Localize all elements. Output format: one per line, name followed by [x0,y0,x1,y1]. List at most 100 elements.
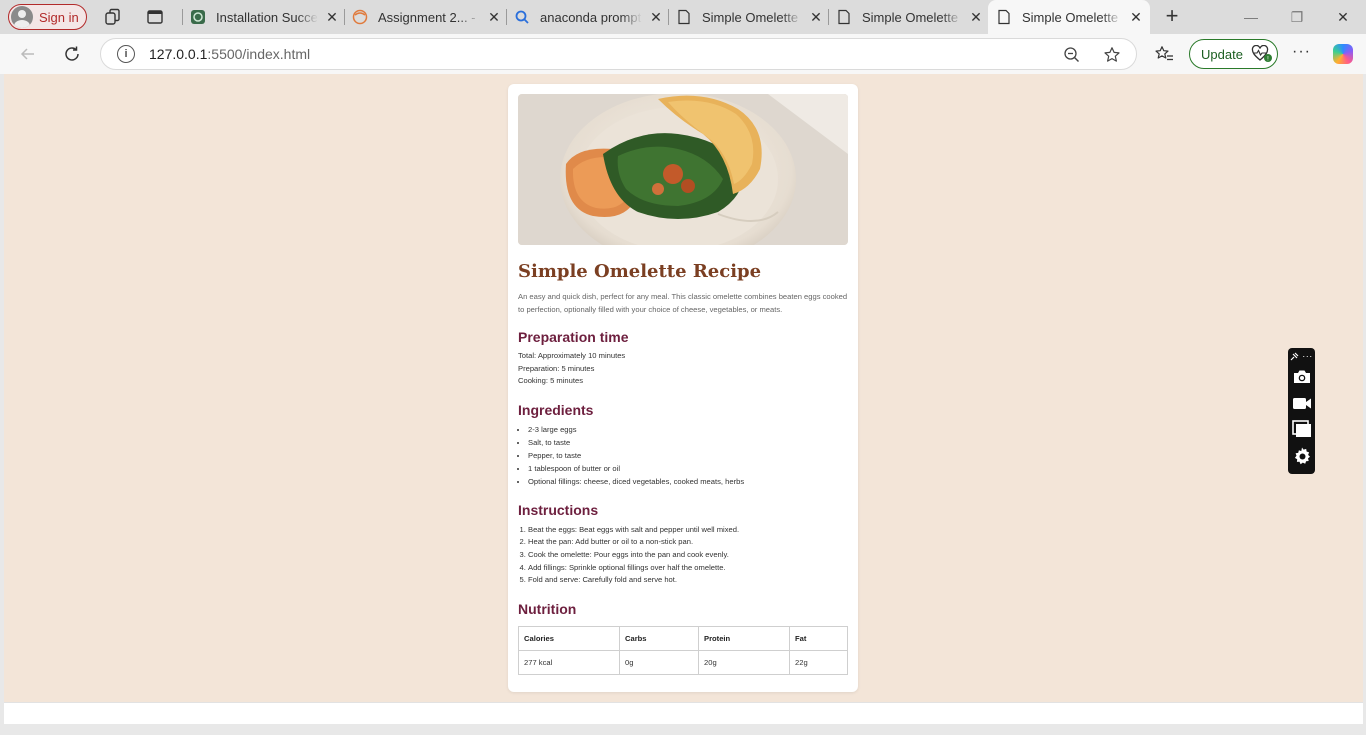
update-label: Update [1201,46,1243,62]
record-video-button[interactable] [1288,392,1315,414]
pin-icon[interactable] [1290,352,1299,361]
list-item: Fold and serve: Carefully fold and serve… [528,574,848,587]
jupyter-favicon-icon [352,9,368,25]
table-cell: 20g [698,649,790,675]
recipe-card: Simple Omelette Recipe An easy and quick… [508,84,858,692]
list-item: 2-3 large eggs [528,423,848,436]
jupyter-favicon-icon [191,10,205,24]
copilot-icon[interactable] [1333,44,1353,64]
video-camera-icon [1292,398,1311,409]
close-window-button[interactable]: ✕ [1320,0,1366,34]
address-bar[interactable]: i 127.0.0.1:5500/index.html [100,38,1137,70]
page-favicon-icon [998,9,1010,25]
more-menu-icon[interactable]: ··· [1292,43,1311,61]
profile-avatar-icon [11,6,33,28]
tab-omelette-active[interactable]: Simple Omelette Re ✕ [988,0,1150,34]
tab-title: Simple Omelette Re [1022,9,1122,25]
maximize-button[interactable]: ❐ [1274,0,1320,34]
instructions-heading: Instructions [518,501,599,518]
table-header: Carbs [619,625,699,651]
sign-in-button[interactable]: Sign in [8,4,87,30]
omelette-image [518,94,848,245]
workspaces-icon[interactable] [104,8,122,26]
browser-toolbar: i 127.0.0.1:5500/index.html Update ! ··· [0,34,1366,74]
close-tab-icon[interactable]: ✕ [808,9,824,26]
instructions-list: Beat the eggs: Beat eggs with salt and p… [518,524,848,587]
ingredients-heading: Ingredients [518,401,594,418]
tab-anaconda[interactable]: anaconda prompt ✕ [506,0,668,34]
recipe-title: Simple Omelette Recipe [518,261,762,282]
minimize-button[interactable]: — [1228,0,1274,34]
url-path: :5500/index.html [207,46,311,62]
table-cell: 0g [619,649,699,675]
tab-assignment[interactable]: Assignment 2... - Ju ✕ [344,0,506,34]
prep-times: Total: Approximately 10 minutes Preparat… [518,350,848,388]
sign-in-label: Sign in [39,9,79,25]
list-item: Salt, to taste [528,436,848,449]
camera-icon [1293,370,1310,383]
heart-pulse-icon: ! [1251,45,1272,62]
page-favicon-icon [678,9,690,25]
list-item: Pepper, to taste [528,449,848,462]
list-item: Optional fillings: cheese, diced vegetab… [528,475,848,488]
tab-omelette-1[interactable]: Simple Omelette Re ✕ [668,0,828,34]
list-item: Beat the eggs: Beat eggs with salt and p… [528,524,848,537]
table-header-row: Calories Carbs Protein Fat [518,625,848,651]
capture-more-icon[interactable]: ··· [1302,351,1313,361]
capture-toolbar: ··· [1288,348,1315,474]
search-favicon-icon [515,10,529,24]
list-item: Add fillings: Sprinkle optional fillings… [528,562,848,575]
tab-title: anaconda prompt [540,9,642,25]
list-item: Cook the omelette: Pour eggs into the pa… [528,549,848,562]
site-info-icon[interactable]: i [117,45,135,63]
table-cell: 22g [789,649,848,675]
page-bottom-strip [4,702,1363,724]
tab-title: Simple Omelette Re [862,9,962,25]
tab-title: Simple Omelette Re [702,9,802,25]
capture-settings-button[interactable] [1288,445,1315,467]
list-item: 1 tablespoon of butter or oil [528,462,848,475]
update-button[interactable]: Update ! [1189,39,1278,69]
tab-title: Assignment 2... - Ju [378,9,480,25]
window-capture-button[interactable] [1288,418,1315,440]
windows-stack-icon [1291,420,1311,437]
table-header: Calories [518,625,620,651]
recipe-intro: An easy and quick dish, perfect for any … [518,292,848,314]
list-item: Heat the pan: Add butter or oil to a non… [528,536,848,549]
prep-line: Total: Approximately 10 minutes [518,351,626,360]
favorite-star-icon[interactable] [1103,46,1121,64]
nutrition-table: Calories Carbs Protein Fat 277 kcal 0g 2… [518,625,848,675]
tab-installation[interactable]: Installation Success ✕ [182,0,344,34]
prep-heading: Preparation time [518,329,629,345]
screenshot-button[interactable] [1288,365,1315,387]
arrow-left-icon [20,48,34,60]
zoom-out-icon[interactable] [1063,46,1081,64]
new-tab-button[interactable]: + [1160,5,1184,28]
tab-strip: Sign in Installation Success ✕ Assignmen… [0,0,1366,34]
table-header: Fat [789,625,848,651]
close-tab-icon[interactable]: ✕ [486,9,502,26]
url-host: 127.0.0.1 [149,46,208,62]
prep-line: Preparation: 5 minutes [518,363,595,373]
close-tab-icon[interactable]: ✕ [1128,9,1144,26]
capture-header: ··· [1288,350,1315,362]
tab-title: Installation Success [216,9,318,25]
prep-line: Cooking: 5 minutes [518,376,584,386]
back-button[interactable] [16,42,40,66]
omelette-photo [518,94,848,245]
url-text[interactable]: 127.0.0.1:5500/index.html [149,46,310,62]
gear-icon [1294,447,1310,465]
page-viewport: Simple Omelette Recipe An easy and quick… [4,74,1363,724]
tab-omelette-2[interactable]: Simple Omelette Re ✕ [828,0,988,34]
tab-actions-icon[interactable] [146,8,164,26]
table-cell: 277 kcal [518,649,620,675]
table-header: Protein [698,625,790,651]
reload-icon [65,46,79,61]
close-tab-icon[interactable]: ✕ [648,9,664,26]
close-tab-icon[interactable]: ✕ [324,9,340,26]
ingredients-list: 2-3 large eggs Salt, to taste Pepper, to… [518,423,848,488]
reload-button[interactable] [60,42,84,66]
favorites-icon[interactable] [1155,45,1174,63]
nutrition-heading: Nutrition [518,600,577,617]
close-tab-icon[interactable]: ✕ [968,9,984,26]
